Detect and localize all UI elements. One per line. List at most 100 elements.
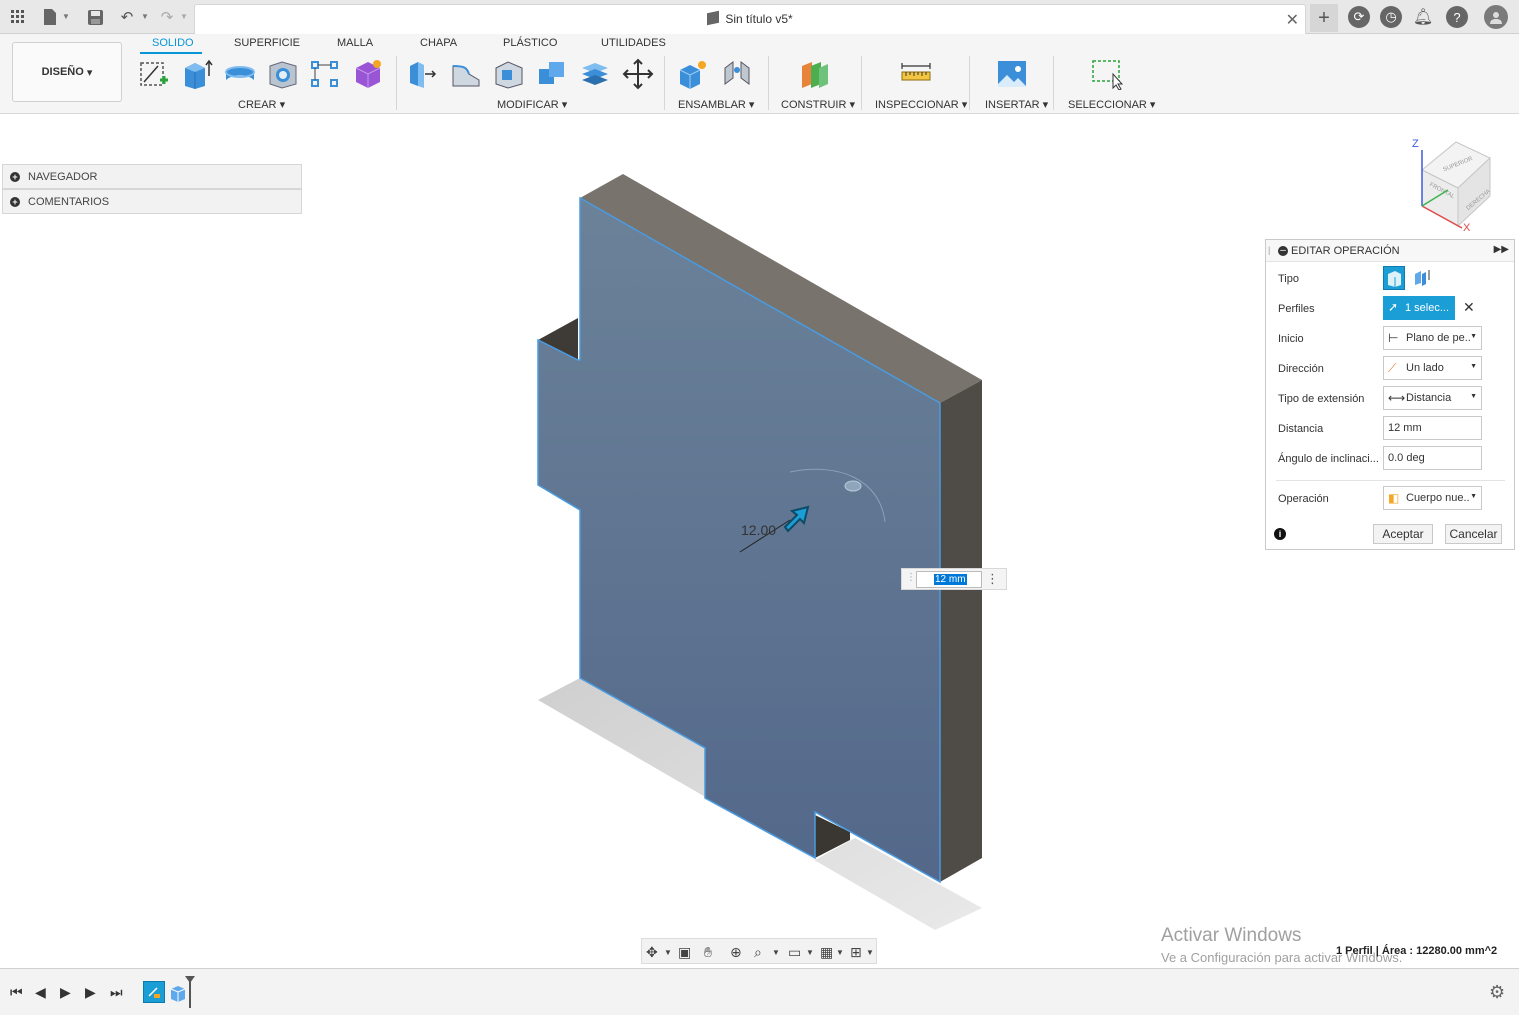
create-sketch-icon[interactable]: [138, 58, 170, 90]
inicio-select[interactable]: ⊢ Plano de pe... ▼: [1383, 326, 1482, 350]
look-at-icon[interactable]: ▣: [678, 944, 691, 961]
group-construir[interactable]: CONSTRUIR ▾: [781, 98, 855, 111]
tab-chapa[interactable]: CHAPA: [420, 37, 457, 49]
solid-right-face: [940, 380, 982, 882]
operacion-select[interactable]: ◧ Cuerpo nue... ▼: [1383, 486, 1482, 510]
direccion-select[interactable]: ⟋ Un lado ▼: [1383, 356, 1482, 380]
revolve-icon[interactable]: [224, 58, 256, 90]
user-avatar[interactable]: [1484, 5, 1508, 29]
group-ensamblar[interactable]: ENSAMBLAR ▾: [678, 98, 754, 111]
group-insertar[interactable]: INSERTAR ▾: [985, 98, 1048, 111]
measure-icon[interactable]: [900, 58, 932, 90]
offset-face-icon[interactable]: [579, 58, 611, 90]
perfiles-label: Perfiles: [1278, 303, 1315, 315]
move-copy-icon[interactable]: [622, 58, 654, 90]
distancia-input[interactable]: 12 mm: [1383, 416, 1482, 440]
grid-icon[interactable]: ▦: [820, 944, 833, 961]
zoom-icon[interactable]: ⊕: [730, 944, 742, 961]
step-back-icon[interactable]: ◀︎: [35, 984, 46, 1001]
cancel-button[interactable]: Cancelar: [1445, 524, 1502, 544]
tab-utilidades[interactable]: UTILIDADES: [601, 37, 666, 49]
pan-hand-icon[interactable]: ✋︎: [704, 944, 712, 961]
viewports-icon[interactable]: ⊞: [850, 944, 862, 961]
play-icon[interactable]: ▶︎: [60, 984, 71, 1001]
new-component-icon[interactable]: [677, 58, 709, 90]
orbit-icon[interactable]: ✥: [646, 944, 658, 961]
tab-malla[interactable]: MALLA: [337, 37, 373, 49]
info-icon[interactable]: i: [1274, 528, 1286, 540]
offset-plane-icon[interactable]: [799, 58, 831, 90]
display-settings-icon[interactable]: ▭: [788, 944, 801, 961]
workspace-switcher-button[interactable]: DISEÑO ▾: [12, 42, 122, 102]
group-modificar[interactable]: MODIFICAR ▾: [497, 98, 567, 111]
apps-grid-icon[interactable]: [8, 7, 28, 27]
timeline-extrude-item[interactable]: [168, 981, 188, 1003]
accept-button[interactable]: Aceptar: [1373, 524, 1433, 544]
combine-icon[interactable]: [536, 58, 568, 90]
timeline-settings-gear-icon[interactable]: ⚙︎: [1489, 982, 1505, 1003]
select-window-icon[interactable]: [1091, 58, 1123, 90]
inicio-value: Plano de pe...: [1406, 332, 1470, 344]
group-crear[interactable]: CREAR ▾: [238, 98, 285, 111]
viewports-caret-icon[interactable]: ▼: [866, 948, 874, 957]
timeline-sketch-item[interactable]: [143, 981, 165, 1003]
file-icon[interactable]: [40, 7, 60, 27]
group-seleccionar[interactable]: SELECCIONAR ▾: [1068, 98, 1155, 111]
distance-handle[interactable]: [844, 480, 862, 492]
tab-solido[interactable]: SOLIDO: [152, 37, 194, 49]
profiles-selection-button[interactable]: ➚ 1 selec...: [1383, 296, 1455, 320]
dialog-header[interactable]: | – EDITAR OPERACIÓN ▶▶: [1266, 240, 1514, 262]
extrude-icon[interactable]: [181, 58, 213, 90]
clear-selection-icon[interactable]: ✕: [1463, 299, 1475, 316]
help-icon[interactable]: ?: [1446, 6, 1468, 28]
step-forward-icon[interactable]: ▶︎: [85, 984, 96, 1001]
distance-input-overlay[interactable]: ⋮ 12 mm ⋮: [901, 568, 1007, 590]
file-menu-caret-icon[interactable]: ▼: [62, 12, 70, 21]
angulo-input[interactable]: 0.0 deg: [1383, 446, 1482, 470]
joint-icon[interactable]: [721, 58, 753, 90]
distance-input-field[interactable]: 12 mm: [916, 571, 982, 588]
direccion-value: Un lado: [1406, 362, 1444, 374]
create-form-icon[interactable]: [352, 58, 384, 90]
type-solid-button[interactable]: [1383, 266, 1405, 290]
save-icon[interactable]: [85, 7, 105, 27]
hole-icon[interactable]: [267, 58, 299, 90]
more-options-icon[interactable]: ⋮: [986, 571, 999, 587]
expand-arrows-icon[interactable]: ▶▶: [1494, 244, 1509, 255]
fit-caret-icon[interactable]: ▼: [772, 948, 780, 957]
collapse-minus-icon[interactable]: –: [1278, 246, 1288, 256]
solid-front-face[interactable]: [537, 196, 941, 884]
shell-icon[interactable]: [493, 58, 525, 90]
one-side-icon: ⟋: [1388, 361, 1397, 375]
job-status-icon[interactable]: ◷: [1380, 6, 1402, 28]
orbit-caret-icon[interactable]: ▼: [664, 948, 672, 957]
press-pull-icon[interactable]: [407, 58, 439, 90]
tab-superficie[interactable]: SUPERFICIE: [234, 37, 300, 49]
grid-caret-icon[interactable]: ▼: [836, 948, 844, 957]
display-caret-icon[interactable]: ▼: [806, 948, 814, 957]
pattern-icon[interactable]: [309, 58, 341, 90]
type-thin-button[interactable]: [1412, 266, 1434, 290]
fit-icon[interactable]: ⌕: [754, 944, 762, 961]
fillet-icon[interactable]: [450, 58, 482, 90]
undo-caret-icon[interactable]: ▼: [141, 12, 149, 21]
notifications-bell-icon[interactable]: 🔔︎: [1412, 6, 1434, 28]
redo-icon[interactable]: ↷: [157, 7, 177, 27]
go-to-end-icon[interactable]: ⏭︎: [110, 984, 123, 1001]
undo-icon[interactable]: ↶: [117, 7, 137, 27]
extensions-icon[interactable]: ⟳: [1348, 6, 1370, 28]
group-inspeccionar[interactable]: INSPECCIONAR ▾: [875, 98, 967, 111]
insert-image-icon[interactable]: [996, 58, 1028, 90]
drag-grip-icon[interactable]: ⋮: [906, 572, 916, 583]
dropdown-caret-icon: ▼: [1470, 333, 1477, 340]
close-tab-icon[interactable]: ✕: [1286, 10, 1299, 30]
tipo-extension-select[interactable]: ⟷ Distancia ▼: [1383, 386, 1482, 410]
go-to-start-icon[interactable]: ⏮︎: [10, 984, 23, 1001]
view-cube[interactable]: SUPERIOR FRONTAL DERECHA Z X: [1412, 138, 1492, 234]
redo-caret-icon[interactable]: ▼: [180, 12, 188, 21]
tab-plastico[interactable]: PLÁSTICO: [503, 37, 557, 49]
new-tab-plus-icon[interactable]: +: [1310, 4, 1338, 32]
timeline-marker-handle[interactable]: [185, 976, 195, 983]
document-tab[interactable]: Sin título v5* ✕: [194, 4, 1306, 34]
dialog-grip-icon[interactable]: |: [1268, 245, 1270, 255]
